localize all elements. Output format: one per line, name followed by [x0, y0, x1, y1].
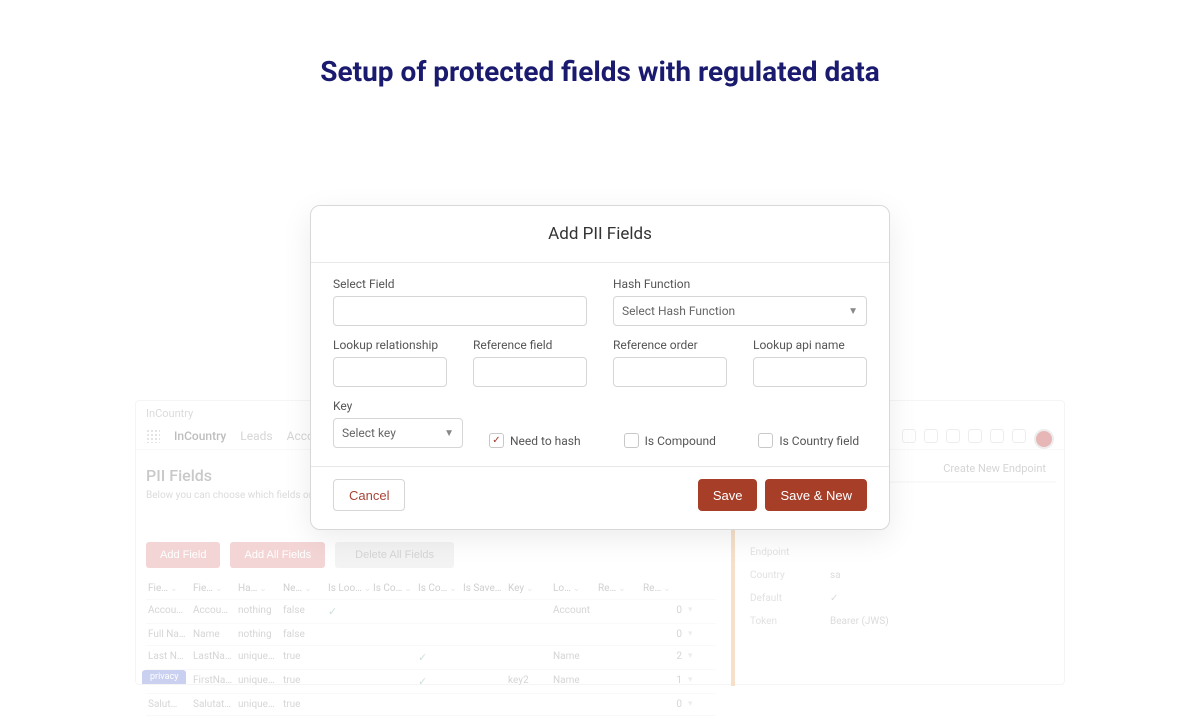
table-header: Key — [506, 578, 551, 599]
add-pii-modal: Add PII Fields Select Field Hash Functio… — [310, 205, 890, 530]
reference-field-label: Reference field — [473, 338, 587, 352]
lookup-api-name-label: Lookup api name — [753, 338, 867, 352]
table-header: Is Save… — [461, 578, 506, 599]
table-header: Fie… — [191, 578, 236, 599]
bg-logo: InCountry — [146, 407, 193, 420]
need-to-hash-label: Need to hash — [510, 434, 581, 448]
add-field-button: Add Field — [146, 542, 220, 568]
table-header: Re… — [641, 578, 686, 599]
gear-icon — [990, 429, 1004, 443]
save-button[interactable]: Save — [698, 479, 758, 511]
table-header: Ha… — [236, 578, 281, 599]
select-field-input[interactable] — [333, 296, 587, 326]
add-all-fields-button: Add All Fields — [230, 542, 325, 568]
pii-table: Fie…Fie…Ha…Ne…Is Loo…Is Co…Is Co…Is Save… — [146, 578, 716, 716]
plus-icon — [924, 429, 938, 443]
is-country-checkbox[interactable]: Is Country field — [758, 433, 867, 448]
cancel-button[interactable]: Cancel — [333, 479, 405, 511]
checkbox-icon — [624, 433, 639, 448]
bell-icon — [1012, 429, 1026, 443]
lookup-api-name-input[interactable] — [753, 357, 867, 387]
select-field-label: Select Field — [333, 277, 587, 291]
table-row: Salut…Salutat…unique…true0▾ — [146, 694, 716, 716]
save-and-new-button[interactable]: Save & New — [765, 479, 867, 511]
table-header: Fie… — [146, 578, 191, 599]
bg-tab-leads: Leads — [240, 429, 272, 443]
need-to-hash-checkbox[interactable]: ✓ Need to hash — [489, 433, 598, 448]
is-country-label: Is Country field — [779, 434, 859, 448]
privacy-pill: privacy — [142, 670, 186, 684]
is-compound-label: Is Compound — [645, 434, 716, 448]
table-row: Last N…LastNa…unique…true✓Name2▾ — [146, 646, 716, 670]
checkbox-icon — [758, 433, 773, 448]
endpoint-field: Countrysa — [746, 564, 1056, 587]
endpoint-field: Default✓ — [746, 587, 1056, 610]
bg-appname: InCountry — [174, 429, 226, 443]
bg-toolbar-icons — [902, 429, 1054, 449]
reference-field-input[interactable] — [473, 357, 587, 387]
hash-function-select[interactable]: Select Hash Function ▼ — [613, 296, 867, 326]
table-header: Ne… — [281, 578, 326, 599]
key-select[interactable]: Select key ▼ — [333, 418, 463, 448]
chevron-down-icon: ▼ — [848, 306, 858, 317]
table-header: Is Loo… — [326, 578, 371, 599]
modal-title: Add PII Fields — [311, 206, 889, 263]
key-placeholder: Select key — [342, 426, 396, 440]
avatar — [1034, 429, 1054, 449]
help-icon — [968, 429, 982, 443]
chevron-down-icon: ▼ — [444, 428, 454, 439]
reference-order-label: Reference order — [613, 338, 727, 352]
table-row: Full Na…Namenothingfalse0▾ — [146, 624, 716, 646]
star-icon — [902, 429, 916, 443]
checkbox-checked-icon: ✓ — [489, 433, 504, 448]
delete-all-fields-button: Delete All Fields — [335, 542, 454, 568]
page-title: Setup of protected fields with regulated… — [0, 55, 1200, 88]
table-header: Lo… — [551, 578, 596, 599]
table-row: First N…FirstNa…unique…true✓key2Name1▾ — [146, 670, 716, 694]
table-header: Is Co… — [416, 578, 461, 599]
hash-function-placeholder: Select Hash Function — [622, 304, 735, 318]
table-header: Re… — [596, 578, 641, 599]
cloud-icon — [946, 429, 960, 443]
key-label: Key — [333, 399, 463, 413]
endpoint-field: Endpoint — [746, 541, 1056, 564]
search-input[interactable] — [333, 296, 587, 326]
is-compound-checkbox[interactable]: Is Compound — [624, 433, 733, 448]
lookup-relationship-input[interactable] — [333, 357, 447, 387]
table-header: Is Co… — [371, 578, 416, 599]
reference-order-input[interactable] — [613, 357, 727, 387]
lookup-relationship-label: Lookup relationship — [333, 338, 447, 352]
table-row: Accou…Accou…nothingfalse✓Account0▾ — [146, 600, 716, 624]
hash-function-label: Hash Function — [613, 277, 867, 291]
app-launcher-icon — [146, 429, 160, 443]
